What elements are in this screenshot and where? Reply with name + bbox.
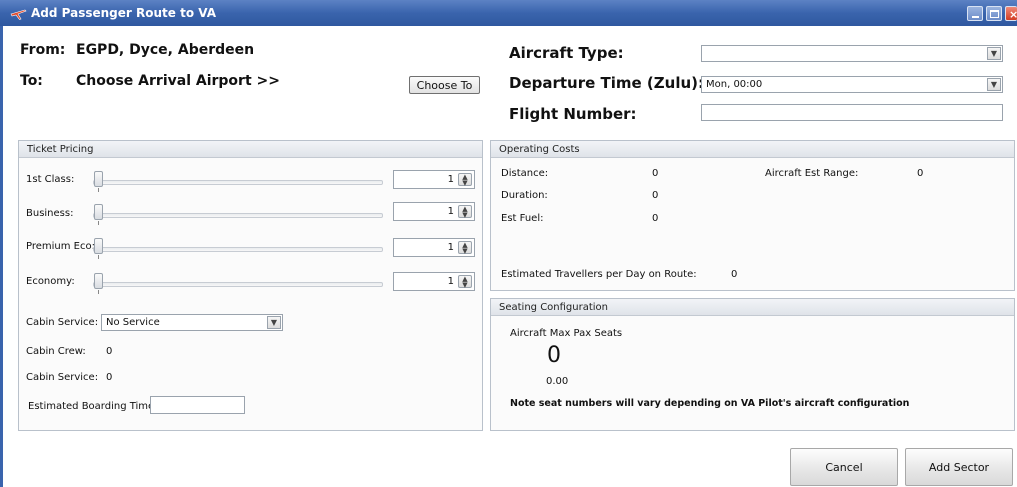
premium-eco-label: Premium Eco: <box>26 241 95 252</box>
seating-config-panel: Seating Configuration <box>490 298 1015 431</box>
slider-tick <box>98 255 99 259</box>
business-slider-thumb[interactable] <box>94 204 103 220</box>
spinner-arrows-icon[interactable]: ▲ ▼ <box>458 205 472 218</box>
spinner-arrows-icon[interactable]: ▲ ▼ <box>458 241 472 254</box>
boarding-time-label: Estimated Boarding Time: <box>28 401 158 412</box>
chevron-down-icon[interactable]: ▼ <box>267 316 281 329</box>
first-class-price-value: 1 <box>447 174 454 185</box>
ticket-pricing-title: Ticket Pricing <box>19 141 482 158</box>
economy-price-value: 1 <box>447 276 454 287</box>
business-price-spinner[interactable]: 1 ▲ ▼ <box>393 202 475 221</box>
window-title: Add Passenger Route to VA <box>31 6 217 20</box>
travellers-value: 0 <box>731 269 738 280</box>
premium-eco-price-spinner[interactable]: 1 ▲ ▼ <box>393 238 475 257</box>
operating-costs-title: Operating Costs <box>491 141 1014 158</box>
range-value: 0 <box>917 168 924 179</box>
first-class-label: 1st Class: <box>26 174 75 185</box>
economy-slider-thumb[interactable] <box>94 273 103 289</box>
cabin-service-count-label: Cabin Service: <box>26 372 99 383</box>
cabin-service-value: No Service <box>106 317 160 328</box>
fuel-value: 0 <box>652 213 659 224</box>
chevron-down-icon[interactable]: ▼ <box>987 78 1001 91</box>
business-price-value: 1 <box>447 206 454 217</box>
title-bar: Add Passenger Route to VA × <box>0 0 1017 26</box>
cabin-service-select[interactable]: No Service ▼ <box>101 314 283 331</box>
cabin-service-label: Cabin Service: <box>26 317 99 328</box>
aircraft-type-select[interactable]: ▼ <box>701 45 1003 62</box>
spinner-arrows-icon[interactable]: ▲ ▼ <box>458 275 472 288</box>
seating-note: Note seat numbers will vary depending on… <box>510 398 910 409</box>
to-label: To: <box>20 73 43 89</box>
max-seats-label: Aircraft Max Pax Seats <box>510 328 623 339</box>
fuel-label: Est Fuel: <box>501 213 544 224</box>
boarding-time-input[interactable] <box>150 396 245 414</box>
chevron-down-icon[interactable]: ▼ <box>987 47 1001 60</box>
cancel-button[interactable]: Cancel <box>790 448 898 486</box>
business-slider[interactable] <box>93 213 383 218</box>
duration-label: Duration: <box>501 190 548 201</box>
flight-number-input[interactable] <box>701 104 1003 121</box>
from-value: EGPD, Dyce, Aberdeen <box>76 42 255 58</box>
window-border <box>0 26 3 487</box>
first-class-price-spinner[interactable]: 1 ▲ ▼ <box>393 170 475 189</box>
distance-label: Distance: <box>501 168 549 179</box>
range-label: Aircraft Est Range: <box>765 168 859 179</box>
close-icon[interactable]: × <box>1005 6 1017 21</box>
departure-time-select[interactable]: Mon, 00:00 ▼ <box>701 76 1003 93</box>
departure-time-label: Departure Time (Zulu): <box>509 74 705 92</box>
slider-tick <box>98 221 99 225</box>
from-label: From: <box>20 42 66 58</box>
seats-sub-value: 0.00 <box>546 376 569 387</box>
economy-slider[interactable] <box>93 282 383 287</box>
premium-eco-slider-thumb[interactable] <box>94 238 103 254</box>
add-sector-button[interactable]: Add Sector <box>905 448 1013 486</box>
premium-eco-price-value: 1 <box>447 242 454 253</box>
slider-tick <box>98 188 99 192</box>
cabin-service-count-value: 0 <box>106 372 113 383</box>
business-label: Business: <box>26 208 74 219</box>
premium-eco-slider[interactable] <box>93 247 383 252</box>
aircraft-type-label: Aircraft Type: <box>509 44 624 62</box>
slider-tick <box>98 290 99 294</box>
airplane-icon <box>9 4 27 22</box>
max-seats-value: 0 <box>547 343 561 368</box>
travellers-label: Estimated Travellers per Day on Route: <box>501 269 697 280</box>
to-value: Choose Arrival Airport >> <box>76 73 280 89</box>
first-class-slider[interactable] <box>93 180 383 185</box>
economy-price-spinner[interactable]: 1 ▲ ▼ <box>393 272 475 291</box>
choose-to-button[interactable]: Choose To <box>409 76 480 94</box>
cabin-crew-label: Cabin Crew: <box>26 346 86 357</box>
economy-label: Economy: <box>26 276 75 287</box>
duration-value: 0 <box>652 190 659 201</box>
distance-value: 0 <box>652 168 659 179</box>
flight-number-label: Flight Number: <box>509 105 637 123</box>
first-class-slider-thumb[interactable] <box>94 171 103 187</box>
cabin-crew-value: 0 <box>106 346 113 357</box>
seating-config-title: Seating Configuration <box>491 299 1014 316</box>
departure-time-value: Mon, 00:00 <box>706 79 763 90</box>
spinner-arrows-icon[interactable]: ▲ ▼ <box>458 173 472 186</box>
maximize-icon[interactable] <box>986 6 1002 21</box>
minimize-icon[interactable] <box>967 6 983 21</box>
